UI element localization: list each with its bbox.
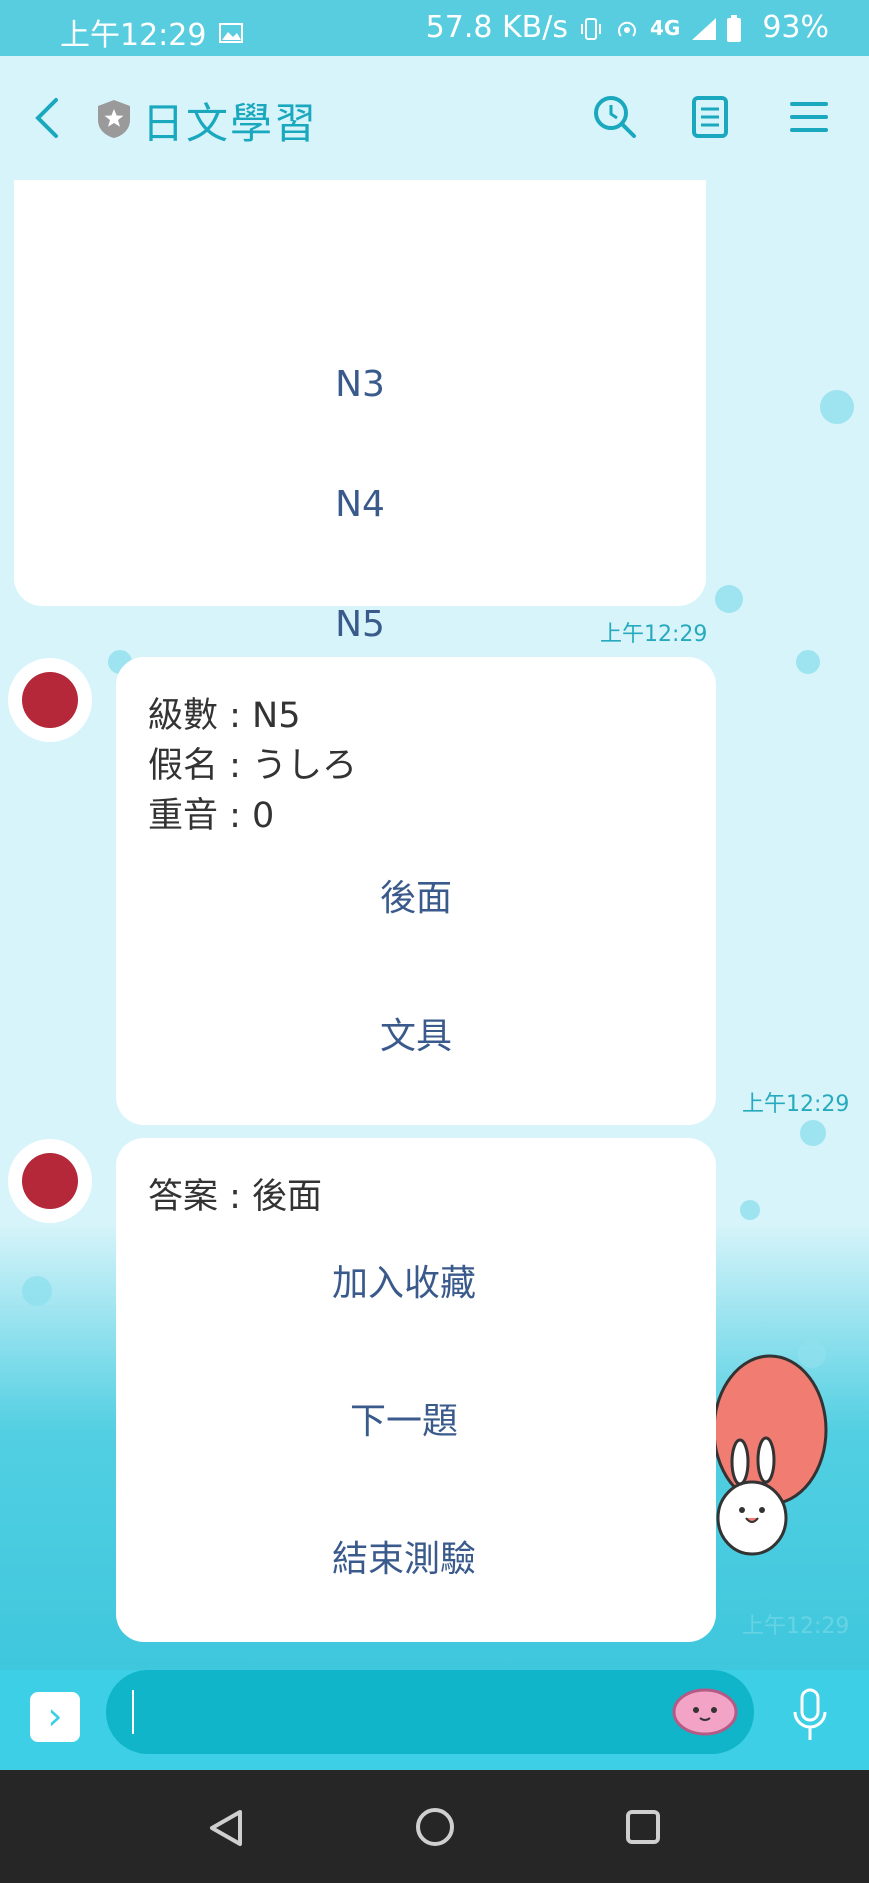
network-speed: 57.8 KB/s [425,10,568,45]
end-quiz-button[interactable]: 結束測驗 [104,1530,704,1582]
expand-menu-button[interactable]: › [30,1692,80,1742]
triangle-back-icon [210,1810,242,1846]
search-icon [594,96,636,138]
network-type: 4G [649,15,681,40]
mascot-illustration [700,1350,830,1570]
nav-recents-button[interactable] [624,1808,662,1846]
sticker-button[interactable] [670,1682,740,1738]
nav-home-button[interactable] [414,1806,456,1848]
message-input[interactable] [106,1670,754,1754]
hotspot-icon [614,15,640,41]
hamburger-menu-icon [790,102,828,132]
background-bubble [820,390,854,424]
back-button[interactable] [30,96,70,140]
message-input-bar: › [0,1670,869,1770]
chat-title: 日文學習 [142,99,319,148]
screen: 上午12:29 57.8 KB/s 4G 93% 日文學習 N3 N4 N5 上… [0,0,869,1883]
chat-area[interactable]: N3 N4 N5 上午12:29 級數 : N5 假名 : うしろ 重音 : 0… [0,180,869,1670]
message-timestamp: 上午12:29 [742,1092,850,1117]
answer-option[interactable]: 後面 [116,869,716,921]
battery-icon [726,14,752,42]
background-bubble [22,1276,52,1306]
microphone-icon [793,1688,827,1740]
answer-card: 答案 : 後面 加入收藏 下一題 結束測驗 [116,1138,716,1642]
background-bubble [740,1200,760,1220]
question-kana: 假名 : うしろ [148,746,358,786]
status-time: 上午12:29 [60,18,207,53]
vibrate-icon [578,15,604,41]
level-options-card: N3 N4 N5 [14,180,706,645]
japan-flag-avatar-icon [22,1153,78,1209]
official-badge-icon [96,98,132,140]
option-n4[interactable]: N4 [14,484,706,525]
answer-text: 答案 : 後面 [148,1177,323,1217]
bot-avatar[interactable] [8,658,92,742]
signal-icon [690,15,717,41]
add-favorite-button[interactable]: 加入收藏 [104,1254,704,1306]
text-caret [132,1690,134,1734]
background-bubble [715,585,743,613]
system-navigation-bar [0,1770,869,1883]
battery-level: 93% [762,10,829,45]
message-timestamp: 上午12:29 [600,622,708,647]
status-bar: 上午12:29 57.8 KB/s 4G 93% [0,0,869,56]
nav-back-button[interactable] [206,1808,246,1848]
bot-avatar[interactable] [8,1139,92,1223]
chat-header: 日文學習 [0,56,869,180]
option-n3[interactable]: N3 [14,364,706,405]
image-icon [218,19,244,45]
voice-button[interactable] [792,1688,828,1744]
circle-home-icon [416,1808,454,1846]
question-card: 級數 : N5 假名 : うしろ 重音 : 0 後面 文具 [116,657,716,1125]
notes-button[interactable] [688,94,734,140]
chevron-right-icon: › [47,1694,63,1738]
menu-button[interactable] [786,94,832,140]
question-accent: 重音 : 0 [148,796,275,836]
question-level: 級數 : N5 [148,696,301,736]
square-recents-icon [626,1810,660,1844]
japan-flag-avatar-icon [22,672,78,728]
answer-option[interactable]: 文具 [116,1007,716,1059]
message-timestamp: 上午12:29 [742,1614,850,1639]
notes-icon [692,96,728,138]
background-bubble [800,1120,826,1146]
search-button[interactable] [592,94,638,140]
sticker-icon [672,1688,738,1736]
next-question-button[interactable]: 下一題 [104,1392,704,1444]
background-bubble [796,650,820,674]
chevron-left-icon [35,98,58,138]
